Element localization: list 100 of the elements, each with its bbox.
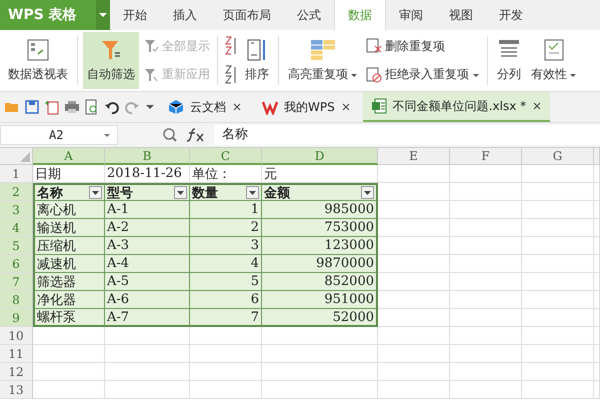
table-cell (450, 291, 522, 309)
remove-duplicates-button[interactable]: 删除重复项 (364, 38, 482, 55)
table-cell (450, 237, 522, 255)
menu-tab[interactable]: 开发 (486, 0, 536, 30)
table-cell (378, 273, 450, 291)
table-cell (378, 183, 450, 201)
funnel-check-icon (143, 38, 159, 54)
function-icon[interactable] (186, 127, 206, 143)
table-cell (522, 309, 594, 327)
table-cell (522, 237, 594, 255)
table-cell (522, 183, 594, 201)
table-cell: 5 (190, 273, 262, 291)
table-cell (378, 345, 450, 363)
filter-dropdown-icon[interactable] (361, 186, 374, 199)
document-tab[interactable]: 不同金额单位问题.xlsx * (362, 92, 550, 122)
table-cell: 985000 (262, 201, 378, 219)
table-cell (450, 183, 522, 201)
table-cell: 离心机 (33, 201, 105, 219)
column-header[interactable]: A (33, 148, 105, 165)
zoom-icon[interactable] (162, 127, 178, 143)
table-cell: A-7 (105, 309, 190, 327)
save-icon[interactable] (24, 99, 40, 115)
text-to-columns-button[interactable]: 分列 (493, 32, 525, 89)
column-header[interactable]: D (262, 148, 378, 165)
table-cell (33, 327, 105, 345)
table-cell: 753000 (262, 219, 378, 237)
table-cell (33, 345, 105, 363)
menu-tab[interactable]: 审阅 (386, 0, 436, 30)
row-header[interactable]: 2 (0, 183, 33, 201)
row-header[interactable]: 1 (0, 165, 33, 183)
row-header[interactable]: 5 (0, 237, 33, 255)
row-header[interactable]: 8 (0, 291, 33, 309)
menu-tab[interactable]: 公式 (284, 0, 334, 30)
filter-dropdown-icon[interactable] (174, 186, 187, 199)
table-cell: 52000 (262, 309, 378, 327)
column-title: 数量 (192, 185, 218, 200)
menu-tab[interactable]: 开始 (110, 0, 160, 30)
table-cell (522, 381, 594, 399)
table-cell (33, 381, 105, 399)
row-header[interactable]: 4 (0, 219, 33, 237)
table-cell: 减速机 (33, 255, 105, 273)
menu-tab[interactable]: 插入 (160, 0, 210, 30)
table-cell (522, 255, 594, 273)
filter-dropdown-icon[interactable] (89, 186, 102, 199)
pivot-table-button[interactable]: 数据透视表 (4, 32, 72, 89)
table-cell: 3 (190, 237, 262, 255)
table-cell (450, 345, 522, 363)
table-cell: 4 (190, 255, 262, 273)
table-cell: 852000 (262, 273, 378, 291)
row-header[interactable]: 10 (0, 327, 33, 345)
close-icon[interactable] (340, 102, 351, 112)
row-header[interactable]: 13 (0, 381, 33, 399)
table-cell (522, 165, 594, 183)
column-header[interactable]: F (450, 148, 522, 165)
funnel-icon (99, 38, 123, 62)
table-cell (522, 363, 594, 381)
column-header[interactable]: G (522, 148, 594, 165)
document-tab[interactable]: 我的WPS (254, 93, 359, 121)
menu-tab[interactable]: 页面布局 (210, 0, 284, 30)
table-cell (33, 363, 105, 381)
row-header[interactable]: 11 (0, 345, 33, 363)
table-cell (522, 201, 594, 219)
document-tab[interactable]: 云文档 (160, 93, 250, 121)
table-cell: A-6 (105, 291, 190, 309)
export-pdf-icon[interactable] (44, 99, 60, 115)
highlight-duplicates-button[interactable]: 高亮重复项 (284, 32, 362, 89)
sort-button[interactable]: 排序 (241, 32, 273, 89)
table-cell (378, 201, 450, 219)
table-cell (190, 363, 262, 381)
close-icon[interactable] (232, 102, 242, 112)
validation-button[interactable]: 有效性 (527, 32, 581, 89)
column-header[interactable]: C (190, 148, 262, 165)
column-header[interactable]: E (378, 148, 450, 165)
name-box[interactable]: A2 (0, 125, 118, 145)
menu-tab[interactable]: 视图 (436, 0, 486, 30)
row-header[interactable]: 3 (0, 201, 33, 219)
column-header[interactable]: B (105, 148, 190, 165)
undo-icon[interactable] (104, 99, 120, 115)
filter-dropdown-icon[interactable] (246, 186, 259, 199)
formula-field[interactable]: 名称 (214, 125, 600, 145)
table-cell (378, 309, 450, 327)
table-cell (522, 273, 594, 291)
table-cell: 123000 (262, 237, 378, 255)
table-cell: 压缩机 (33, 237, 105, 255)
table-cell: 6 (190, 291, 262, 309)
row-header[interactable]: 6 (0, 255, 33, 273)
row-header[interactable]: 9 (0, 309, 33, 327)
row-header[interactable]: 12 (0, 363, 33, 381)
reject-duplicates-button[interactable]: 拒绝录入重复项 (364, 66, 482, 84)
table-cell (378, 237, 450, 255)
table-cell (190, 327, 262, 345)
row-header[interactable]: 7 (0, 273, 33, 291)
table-cell (378, 381, 450, 399)
print-icon[interactable] (64, 99, 80, 115)
close-icon[interactable] (532, 101, 542, 111)
table-cell: 1 (190, 201, 262, 219)
caret-icon[interactable] (96, 0, 110, 30)
table-cell: A-5 (105, 273, 190, 291)
menu-tab[interactable]: 数据 (334, 0, 386, 30)
auto-filter-button[interactable]: 自动筛选 (83, 32, 139, 89)
